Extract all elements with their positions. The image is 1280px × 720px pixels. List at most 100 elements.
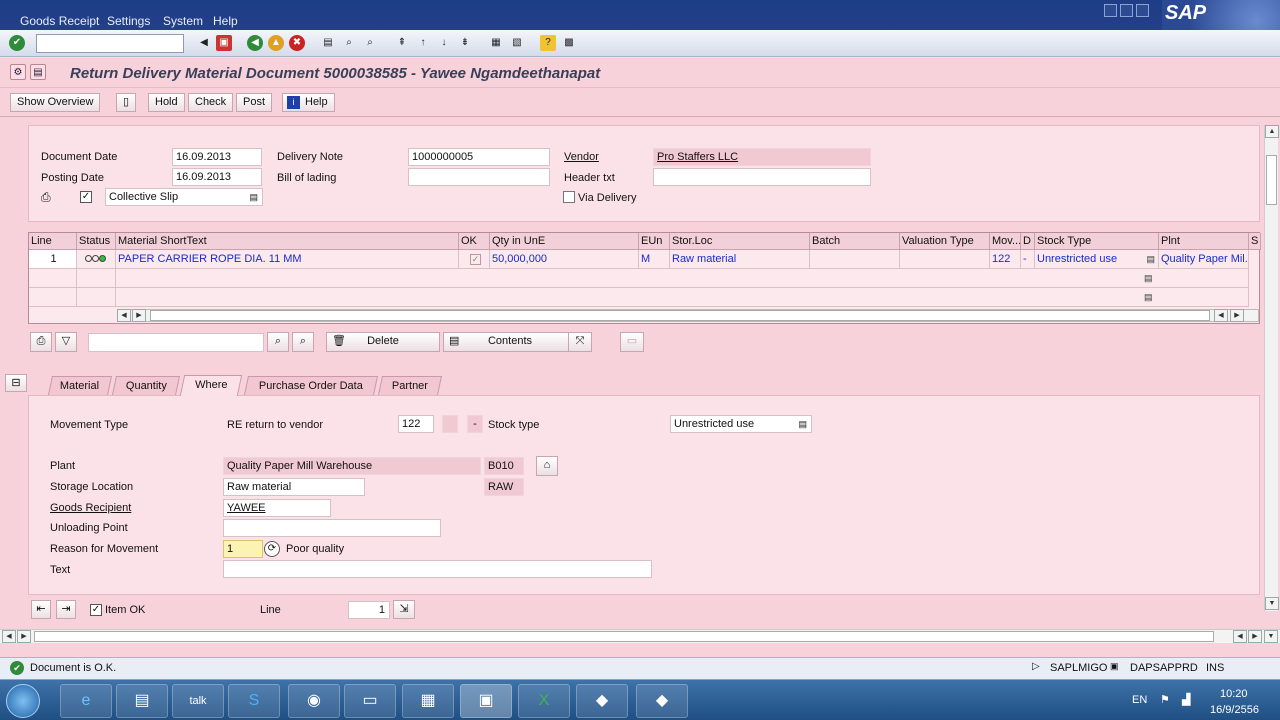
empty-row-line[interactable] <box>29 269 77 288</box>
storage-location-field[interactable]: Raw material <box>223 478 365 496</box>
column-header-s[interactable]: S <box>1249 233 1261 250</box>
go-to-line-icon[interactable]: ⇲ <box>393 600 415 619</box>
excel-icon[interactable]: X <box>518 684 570 718</box>
row-qty[interactable]: 50,000,000 <box>490 250 639 269</box>
close-window-button[interactable] <box>1136 4 1149 17</box>
scroll-left-icon[interactable]: ◀ <box>117 309 131 322</box>
menu-settings[interactable]: Settings <box>107 14 150 28</box>
maximize-button[interactable] <box>1120 4 1133 17</box>
expand-icon[interactable]: ⤧ <box>568 332 592 352</box>
scroll-down-icon[interactable]: ▼ <box>1265 597 1279 610</box>
hold-button[interactable]: Hold <box>148 93 185 112</box>
plant-code-field[interactable]: B010 <box>484 457 524 475</box>
menu-list-icon[interactable]: ▤ <box>30 64 46 80</box>
post-button[interactable]: Post <box>236 93 273 112</box>
find-next-icon[interactable]: ⌕ <box>292 332 314 352</box>
google-talk-icon[interactable]: talk <box>172 684 224 718</box>
find-next-icon[interactable]: ⌕ <box>362 35 378 51</box>
first-page-icon[interactable]: ⇞ <box>394 35 410 51</box>
column-header-storloc[interactable]: Stor.Loc <box>670 233 810 250</box>
new-session-icon[interactable]: ▦ <box>488 35 504 51</box>
reason-for-movement-field[interactable]: 1 <box>223 540 263 558</box>
row-stock-type[interactable]: Unrestricted use ▤ <box>1035 250 1159 269</box>
skype-icon[interactable]: S <box>228 684 280 718</box>
scroll-down-icon[interactable]: ▼ <box>1264 630 1278 643</box>
item-text-field[interactable] <box>223 560 652 578</box>
internet-explorer-icon[interactable]: e <box>60 684 112 718</box>
stock-type-select[interactable]: Unrestricted use ▤ <box>670 415 812 433</box>
previous-page-icon[interactable]: ↑ <box>415 35 431 51</box>
column-header-d[interactable]: D <box>1021 233 1035 250</box>
sap-gui-icon[interactable]: ▣ <box>460 684 512 718</box>
language-indicator[interactable]: EN <box>1132 694 1147 706</box>
column-header-status[interactable]: Status <box>77 233 116 250</box>
table-print-icon[interactable]: ⎙ <box>30 332 52 352</box>
vendor-field[interactable]: Pro Staffers LLC <box>653 148 871 166</box>
row-material[interactable]: PAPER CARRIER ROPE DIA. 11 MM <box>116 250 459 269</box>
shortcut-icon[interactable]: ▧ <box>509 35 525 51</box>
clock-date[interactable]: 16/9/2556 <box>1210 704 1259 716</box>
check-button[interactable]: Check <box>188 93 234 112</box>
help-button[interactable]: i Help <box>282 93 335 112</box>
delivery-note-field[interactable]: 1000000005 <box>408 148 550 166</box>
dropdown-icon[interactable]: ▤ <box>1144 269 1153 287</box>
status-expand-icon[interactable]: ▷ <box>1032 661 1040 672</box>
empty-row[interactable]: ▤ <box>116 269 1249 288</box>
help-icon[interactable]: ? <box>540 35 556 51</box>
scroll-thumb[interactable] <box>1266 155 1277 205</box>
vertical-scrollbar[interactable]: ▲ ▼ <box>1264 125 1279 611</box>
print-slip-icon[interactable]: ⎙ <box>41 190 57 204</box>
scroll-thumb[interactable] <box>150 310 1210 321</box>
goods-recipient-label[interactable]: Goods Recipient <box>50 502 131 514</box>
exit-icon[interactable]: ▲ <box>268 35 284 51</box>
minimize-button[interactable] <box>1104 4 1117 17</box>
delete-button[interactable]: 🗑 Delete <box>326 332 440 352</box>
app-icon[interactable]: ◆ <box>636 684 688 718</box>
column-header-qty[interactable]: Qty in UnE <box>490 233 639 250</box>
last-page-icon[interactable]: ⇟ <box>457 35 473 51</box>
bill-of-lading-field[interactable] <box>408 168 550 186</box>
action-center-icon[interactable]: ⚑ <box>1160 693 1170 706</box>
tab-quantity[interactable]: Quantity <box>111 376 181 395</box>
dropdown-icon[interactable]: ▤ <box>798 416 807 432</box>
back-arrow-icon[interactable]: ◀ <box>196 35 212 51</box>
next-item-icon[interactable]: ⇥ <box>56 600 76 619</box>
menu-help[interactable]: Help <box>213 14 238 28</box>
dropdown-icon[interactable]: ▤ <box>249 189 258 205</box>
command-field[interactable] <box>36 34 184 53</box>
table-horizontal-scrollbar[interactable]: ◀ ▶ ◀ ▶ <box>117 309 1259 322</box>
sap-logon-icon[interactable]: ▦ <box>402 684 454 718</box>
menu-goods-receipt[interactable]: Goods Receipt <box>20 14 99 28</box>
row-plant[interactable]: Quality Paper Mil... <box>1159 250 1249 269</box>
scroll-left-icon[interactable]: ◀ <box>2 630 16 643</box>
row-ok-checkbox[interactable]: ✓ <box>470 254 481 265</box>
layout-menu-icon[interactable]: ▩ <box>561 35 577 51</box>
scroll-left-icon[interactable]: ◀ <box>1214 309 1228 322</box>
cancel-icon[interactable]: ✖ <box>289 35 305 51</box>
tab-partner[interactable]: Partner <box>377 376 443 395</box>
scroll-thumb[interactable] <box>34 631 1214 642</box>
find-icon[interactable]: ⌕ <box>341 35 357 51</box>
movement-type-field[interactable]: 122 <box>398 415 434 433</box>
back-icon[interactable]: ◀ <box>247 35 263 51</box>
previous-item-icon[interactable]: ⇤ <box>31 600 51 619</box>
scroll-right-icon[interactable]: ▶ <box>132 309 146 322</box>
input-mode[interactable]: INS <box>1206 662 1224 674</box>
column-header-line[interactable]: Line <box>29 233 77 250</box>
row-batch[interactable] <box>810 250 900 269</box>
column-header-material[interactable]: Material ShortText <box>116 233 459 250</box>
menu-system[interactable]: System <box>163 14 203 28</box>
tab-where[interactable]: Where <box>179 375 243 396</box>
item-ok-checkbox[interactable]: ✓ <box>90 604 102 616</box>
start-button[interactable] <box>6 684 40 718</box>
print-icon[interactable]: ▤ <box>320 35 336 51</box>
tab-purchase-order-data[interactable]: Purchase Order Data <box>243 376 379 395</box>
scroll-left-icon[interactable]: ◀ <box>1233 630 1247 643</box>
dropdown-icon[interactable]: ▤ <box>1144 288 1153 306</box>
tab-material[interactable]: Material <box>47 376 113 395</box>
dropdown-icon[interactable]: ▤ <box>1146 250 1155 268</box>
column-header-valuation-type[interactable]: Valuation Type <box>900 233 990 250</box>
find-icon[interactable]: ⌕ <box>267 332 289 352</box>
contents-button[interactable]: ▤ Contents <box>443 332 577 352</box>
column-header-plant[interactable]: Plnt <box>1159 233 1249 250</box>
